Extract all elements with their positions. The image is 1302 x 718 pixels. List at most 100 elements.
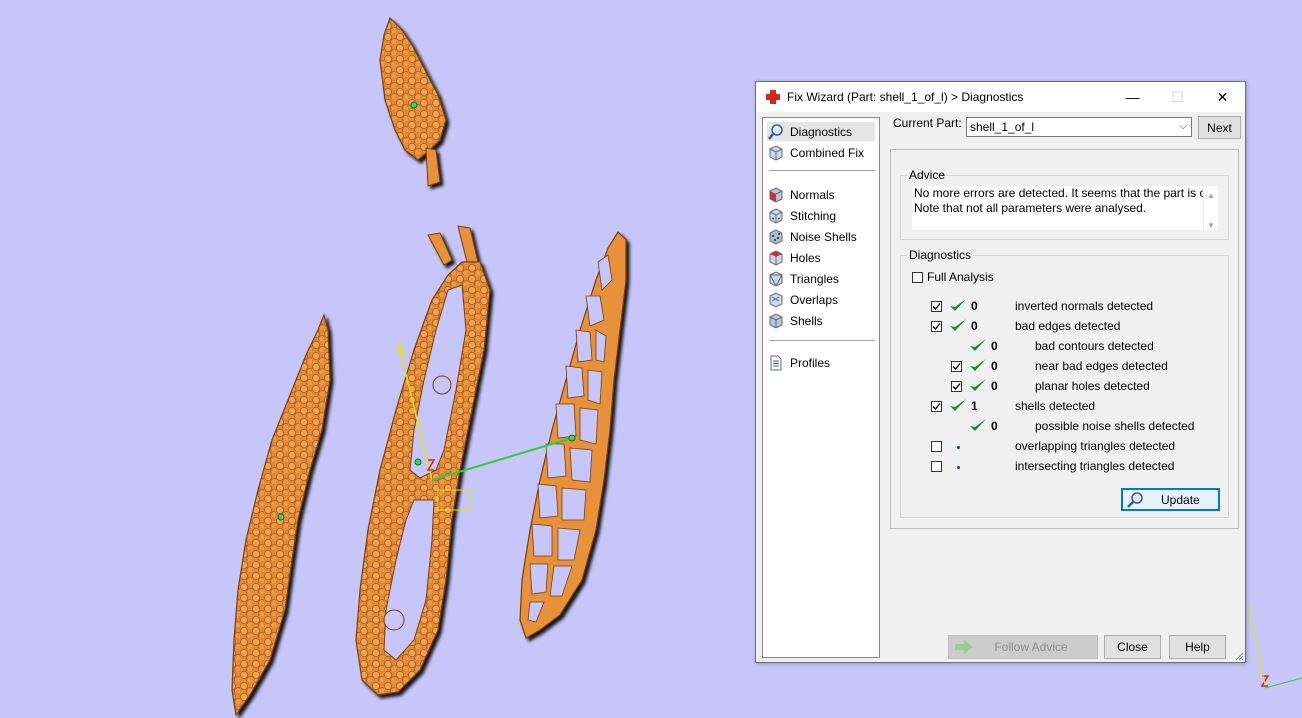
ok-check-icon bbox=[970, 419, 986, 431]
overlaps-cube-icon bbox=[767, 291, 785, 309]
window-title: Fix Wizard (Part: shell_1_of_l) > Diagno… bbox=[787, 90, 1024, 104]
current-part-label: Current Part: bbox=[893, 116, 962, 130]
diag-count: 0 bbox=[971, 299, 978, 313]
ok-check-icon bbox=[970, 339, 986, 351]
nav-label: Triangles bbox=[790, 271, 839, 286]
green-arrow-icon bbox=[955, 640, 973, 654]
cube-icon bbox=[767, 144, 785, 162]
wizard-nav: Diagnostics Combined Fix Normals Stitchi… bbox=[762, 117, 880, 658]
advice-group: Advice No more errors are detected. It s… bbox=[900, 168, 1229, 240]
pending-dot-icon bbox=[957, 446, 960, 449]
ok-check-icon bbox=[950, 399, 966, 411]
minimize-button[interactable]: — bbox=[1110, 82, 1155, 112]
nav-item-overlaps[interactable]: Overlaps bbox=[767, 290, 838, 309]
diag-checkbox[interactable] bbox=[931, 301, 942, 312]
normals-cube-icon bbox=[767, 186, 785, 204]
nav-item-stitching[interactable]: Stitching bbox=[767, 206, 836, 225]
part-middle-frame[interactable] bbox=[355, 225, 491, 696]
holes-cube-icon bbox=[767, 249, 785, 267]
nav-separator bbox=[769, 340, 875, 341]
nav-label: Overlaps bbox=[790, 292, 839, 307]
red-cross-icon bbox=[765, 89, 781, 105]
full-analysis-label: Full Analysis bbox=[927, 270, 994, 284]
chevron-down-icon: ⌵ bbox=[1179, 121, 1187, 132]
diag-label: bad edges detected bbox=[1015, 319, 1121, 333]
diag-checkbox[interactable] bbox=[931, 321, 942, 332]
title-bar[interactable]: Fix Wizard (Part: shell_1_of_l) > Diagno… bbox=[756, 82, 1245, 112]
nav-label: Combined Fix bbox=[790, 145, 865, 160]
stitching-cube-icon bbox=[767, 207, 785, 225]
nav-label: Stitching bbox=[790, 208, 837, 223]
nav-label: Noise Shells bbox=[790, 229, 857, 244]
nav-item-diagnostics[interactable]: Diagnostics bbox=[767, 122, 875, 141]
diag-count: 0 bbox=[991, 359, 998, 373]
diag-label: near bad edges detected bbox=[1035, 359, 1168, 373]
shells-cube-icon bbox=[767, 312, 785, 330]
resize-grip-icon[interactable] bbox=[1234, 651, 1244, 661]
nav-item-profiles[interactable]: Profiles bbox=[767, 353, 830, 372]
nav-item-shells[interactable]: Shells bbox=[767, 311, 823, 330]
triangles-cube-icon bbox=[767, 270, 785, 288]
close-window-button[interactable]: ✕ bbox=[1200, 82, 1245, 112]
diag-count: 0 bbox=[971, 319, 978, 333]
full-analysis-checkbox[interactable] bbox=[912, 272, 923, 283]
nav-label: Shells bbox=[790, 313, 823, 328]
diag-label: overlapping triangles detected bbox=[1015, 439, 1176, 453]
magnifier-icon bbox=[767, 123, 785, 141]
current-part-value: shell_1_of_l bbox=[970, 120, 1035, 134]
diag-label: planar holes detected bbox=[1035, 379, 1150, 393]
diag-label: intersecting triangles detected bbox=[1015, 459, 1175, 473]
nav-label: Diagnostics bbox=[790, 124, 853, 139]
diag-count: 1 bbox=[971, 399, 978, 413]
nav-item-combined-fix[interactable]: Combined Fix bbox=[767, 143, 864, 162]
ok-check-icon bbox=[970, 359, 986, 371]
advice-legend: Advice bbox=[907, 168, 948, 182]
scroll-up-icon[interactable]: ▲ bbox=[1207, 188, 1215, 203]
ok-check-icon bbox=[970, 379, 986, 391]
advice-scrollbar[interactable]: ▲ ▼ bbox=[1203, 186, 1218, 230]
advice-line-2: Note that not all parameters were analys… bbox=[914, 201, 1147, 215]
diagnostics-group: Diagnostics Full Analysis 0 inverted nor… bbox=[900, 248, 1229, 518]
pending-dot-icon bbox=[957, 466, 960, 469]
diag-checkbox[interactable] bbox=[951, 381, 962, 392]
nav-item-normals[interactable]: Normals bbox=[767, 185, 835, 204]
advice-text-box[interactable]: No more errors are detected. It seems th… bbox=[912, 186, 1218, 230]
help-button[interactable]: Help bbox=[1169, 635, 1226, 659]
diag-label: possible noise shells detected bbox=[1035, 419, 1195, 433]
update-label: Update bbox=[1161, 492, 1200, 507]
nav-item-holes[interactable]: Holes bbox=[767, 248, 821, 267]
diag-count: 0 bbox=[991, 379, 998, 393]
diag-label: bad contours detected bbox=[1035, 339, 1154, 353]
ok-check-icon bbox=[950, 299, 966, 311]
maximize-button[interactable]: ☐ bbox=[1155, 82, 1200, 112]
diag-count: 0 bbox=[991, 339, 998, 353]
fix-wizard-dialog: Fix Wizard (Part: shell_1_of_l) > Diagno… bbox=[755, 81, 1246, 663]
follow-advice-label: Follow Advice bbox=[994, 640, 1068, 654]
current-part-select[interactable]: shell_1_of_l ⌵ bbox=[966, 117, 1192, 137]
ok-check-icon bbox=[950, 319, 966, 331]
document-icon bbox=[767, 354, 785, 372]
nav-label: Profiles bbox=[790, 355, 831, 370]
diagnostics-legend: Diagnostics bbox=[907, 248, 974, 262]
magnifier-icon bbox=[1123, 490, 1147, 510]
diag-label: inverted normals detected bbox=[1015, 299, 1154, 313]
close-button[interactable]: Close bbox=[1104, 635, 1161, 659]
scroll-down-icon[interactable]: ▼ bbox=[1207, 218, 1215, 233]
diag-label: shells detected bbox=[1015, 399, 1096, 413]
noise-shells-icon bbox=[767, 228, 785, 246]
diag-checkbox[interactable] bbox=[951, 361, 962, 372]
diag-count: 0 bbox=[991, 419, 998, 433]
nav-item-noise-shells[interactable]: Noise Shells bbox=[767, 227, 857, 246]
diag-checkbox[interactable] bbox=[931, 441, 942, 452]
nav-label: Normals bbox=[790, 187, 835, 202]
advice-line-1: No more errors are detected. It seems th… bbox=[914, 186, 1216, 200]
nav-label: Holes bbox=[790, 250, 821, 265]
nav-item-triangles[interactable]: Triangles bbox=[767, 269, 839, 288]
diag-checkbox[interactable] bbox=[931, 401, 942, 412]
wizard-page-panel: Advice No more errors are detected. It s… bbox=[890, 149, 1239, 529]
next-button[interactable]: Next bbox=[1198, 116, 1241, 139]
follow-advice-button[interactable]: Follow Advice bbox=[948, 635, 1098, 659]
update-button[interactable]: Update bbox=[1121, 488, 1220, 511]
diag-checkbox[interactable] bbox=[931, 461, 942, 472]
nav-separator bbox=[769, 170, 875, 171]
